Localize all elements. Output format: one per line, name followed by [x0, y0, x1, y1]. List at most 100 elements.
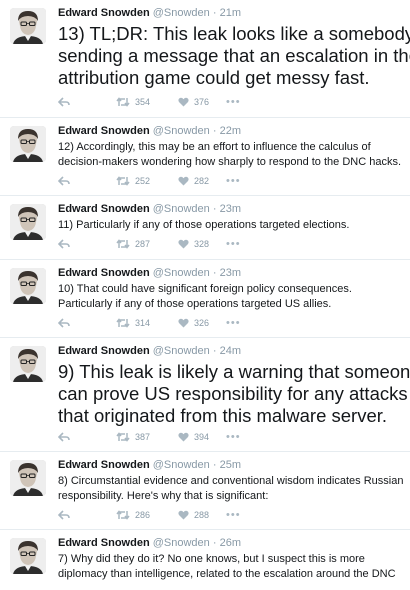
author-handle[interactable]: @Snowden	[153, 459, 210, 471]
tweet[interactable]: Edward Snowden @Snowden · 22m 12) Accord…	[0, 118, 410, 196]
retweet-button[interactable]: 286	[116, 510, 178, 520]
author-name[interactable]: Edward Snowden	[58, 345, 150, 357]
reply-button[interactable]	[58, 510, 116, 520]
tweet[interactable]: Edward Snowden @Snowden · 23m 10) That c…	[0, 260, 410, 338]
tweet-text-line: 8) Circumstantial evidence and conventio…	[58, 475, 404, 487]
retweet-count: 287	[135, 239, 151, 249]
like-button[interactable]: 328	[178, 239, 226, 249]
like-button[interactable]: 288	[178, 510, 226, 520]
more-icon: •••	[226, 509, 241, 521]
author-name[interactable]: Edward Snowden	[58, 203, 150, 215]
avatar[interactable]	[10, 8, 46, 44]
reply-button[interactable]	[58, 97, 116, 107]
tweet-header: Edward Snowden @Snowden · 23m	[58, 202, 402, 216]
tweet-actions: 314 326 •••	[58, 316, 410, 330]
tweet-text-line: attribution game could get messy fast.	[58, 67, 370, 88]
more-icon: •••	[226, 175, 241, 187]
like-button[interactable]: 282	[178, 176, 226, 186]
tweet-text: 7) Why did they do it? No one knows, but…	[58, 552, 402, 582]
separator-dot: ·	[212, 7, 217, 19]
reply-button[interactable]	[58, 239, 116, 249]
like-count: 328	[194, 239, 210, 249]
avatar[interactable]	[10, 538, 46, 574]
author-handle[interactable]: @Snowden	[153, 537, 210, 549]
retweet-button[interactable]: 287	[116, 239, 178, 249]
avatar[interactable]	[10, 126, 46, 162]
more-icon: •••	[226, 317, 241, 329]
avatar[interactable]	[10, 204, 46, 240]
reply-button[interactable]	[58, 318, 116, 328]
like-button[interactable]: 394	[178, 432, 226, 442]
tweet-header: Edward Snowden @Snowden · 21m	[58, 6, 402, 20]
more-icon: •••	[226, 96, 241, 108]
separator-dot: ·	[212, 345, 217, 357]
avatar[interactable]	[10, 268, 46, 304]
heart-icon	[178, 318, 189, 328]
author-name[interactable]: Edward Snowden	[58, 125, 150, 137]
retweet-button[interactable]: 314	[116, 318, 178, 328]
author-name[interactable]: Edward Snowden	[58, 537, 150, 549]
more-button[interactable]: •••	[226, 175, 241, 187]
tweet-actions: 354 376 •••	[58, 95, 410, 109]
tweet-header: Edward Snowden @Snowden · 25m	[58, 458, 402, 472]
author-handle[interactable]: @Snowden	[153, 203, 210, 215]
tweet-text-line: sending a message that an escalation in …	[58, 45, 410, 66]
tweet-header: Edward Snowden @Snowden · 24m	[58, 344, 402, 358]
tweet-actions: 287 328 •••	[58, 237, 410, 251]
like-count: 394	[194, 432, 210, 442]
author-handle[interactable]: @Snowden	[153, 125, 210, 137]
tweet-timestamp[interactable]: 26m	[220, 537, 241, 549]
tweet-timestamp[interactable]: 21m	[220, 7, 241, 19]
reply-icon	[58, 510, 70, 520]
more-button[interactable]: •••	[226, 509, 241, 521]
tweet-timestamp[interactable]: 23m	[220, 203, 241, 215]
avatar[interactable]	[10, 346, 46, 382]
author-name[interactable]: Edward Snowden	[58, 267, 150, 279]
reply-button[interactable]	[58, 176, 116, 186]
tweet-content: Edward Snowden @Snowden · 25m 8) Circums…	[58, 458, 404, 504]
retweet-count: 354	[135, 97, 151, 107]
more-button[interactable]: •••	[226, 238, 241, 250]
tweet-text-line: responsibility. Here's why that is signi…	[58, 490, 269, 502]
tweet-text: 11) Particularly if any of those operati…	[58, 218, 402, 233]
more-button[interactable]: •••	[226, 317, 241, 329]
tweet-text-line: 10) That could have significant foreign …	[58, 283, 352, 295]
tweet[interactable]: Edward Snowden @Snowden · 26m 7) Why did…	[0, 530, 410, 590]
tweet-text: 9) This leak is likely a warning that so…	[58, 361, 410, 427]
retweet-icon	[116, 510, 130, 520]
tweet-timestamp[interactable]: 25m	[220, 459, 241, 471]
author-handle[interactable]: @Snowden	[153, 7, 210, 19]
heart-icon	[178, 239, 189, 249]
tweet-timestamp[interactable]: 22m	[220, 125, 241, 137]
separator-dot: ·	[212, 203, 217, 215]
retweet-button[interactable]: 252	[116, 176, 178, 186]
tweet-header: Edward Snowden @Snowden · 26m	[58, 536, 402, 550]
more-button[interactable]: •••	[226, 96, 241, 108]
reply-icon	[58, 176, 70, 186]
author-handle[interactable]: @Snowden	[153, 345, 210, 357]
tweet-timestamp[interactable]: 24m	[220, 345, 241, 357]
reply-button[interactable]	[58, 432, 116, 442]
heart-icon	[178, 97, 189, 107]
avatar[interactable]	[10, 460, 46, 496]
tweet[interactable]: Edward Snowden @Snowden · 24m 9) This le…	[0, 338, 410, 452]
retweet-icon	[116, 176, 130, 186]
author-handle[interactable]: @Snowden	[153, 267, 210, 279]
tweet-text-line: 13) TL;DR: This leak looks like a somebo…	[58, 23, 410, 44]
more-button[interactable]: •••	[226, 431, 241, 443]
like-button[interactable]: 376	[178, 97, 226, 107]
tweet-content: Edward Snowden @Snowden · 23m 11) Partic…	[58, 202, 402, 233]
tweet[interactable]: Edward Snowden @Snowden · 21m 13) TL;DR:…	[0, 0, 410, 118]
tweet-content: Edward Snowden @Snowden · 23m 10) That c…	[58, 266, 402, 312]
separator-dot: ·	[212, 125, 217, 137]
tweet[interactable]: Edward Snowden @Snowden · 25m 8) Circums…	[0, 452, 410, 530]
retweet-button[interactable]: 387	[116, 432, 178, 442]
author-name[interactable]: Edward Snowden	[58, 459, 150, 471]
more-icon: •••	[226, 238, 241, 250]
author-name[interactable]: Edward Snowden	[58, 7, 150, 19]
tweet[interactable]: Edward Snowden @Snowden · 23m 11) Partic…	[0, 196, 410, 260]
like-button[interactable]: 326	[178, 318, 226, 328]
tweet-content: Edward Snowden @Snowden · 24m 9) This le…	[58, 344, 410, 427]
retweet-button[interactable]: 354	[116, 97, 178, 107]
tweet-timestamp[interactable]: 23m	[220, 267, 241, 279]
